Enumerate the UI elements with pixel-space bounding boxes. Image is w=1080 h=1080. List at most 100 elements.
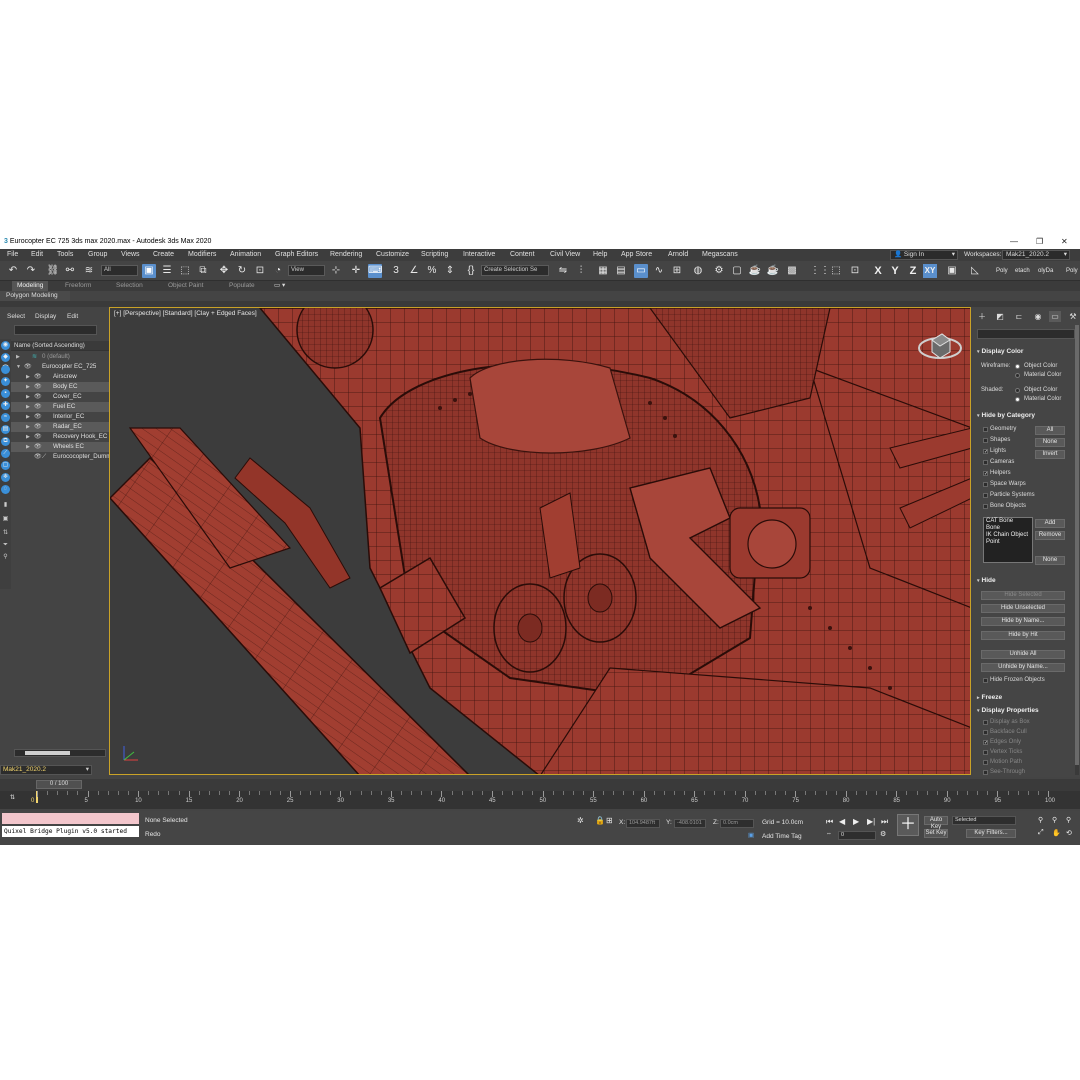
align-icon[interactable]: ⫶ bbox=[574, 264, 588, 278]
prev-frame-icon[interactable]: ◀ bbox=[839, 817, 845, 826]
track-bar-toggle-icon[interactable]: ⇅ bbox=[10, 794, 15, 801]
space-warps-checkbox[interactable] bbox=[983, 482, 988, 487]
explorer-row[interactable]: ▶ 👁 Fuel EC bbox=[11, 402, 109, 412]
menu-file[interactable]: File bbox=[7, 249, 18, 261]
zoom-icon[interactable]: ⚲ bbox=[1038, 816, 1043, 824]
snaps-toggle-icon[interactable]: 3 bbox=[389, 264, 403, 278]
current-frame-field[interactable]: 0 bbox=[838, 831, 876, 840]
menu-group[interactable]: Group bbox=[88, 249, 107, 261]
display-tab-icon[interactable]: ▭ bbox=[1049, 311, 1061, 322]
menu-arnold[interactable]: Arnold bbox=[668, 249, 688, 261]
explorer-search-input[interactable] bbox=[14, 325, 97, 335]
category-add-button[interactable]: Add bbox=[1035, 519, 1065, 528]
angle-snap-icon[interactable]: ∠ bbox=[407, 264, 421, 278]
edges-only-checkbox[interactable]: ✓ bbox=[983, 740, 988, 746]
helpers-checkbox[interactable]: ✓ bbox=[983, 471, 988, 477]
eye-icon[interactable]: 👁 bbox=[24, 364, 32, 371]
unhide-all-button[interactable]: Unhide All bbox=[981, 650, 1065, 659]
scrollbar-thumb[interactable] bbox=[1075, 325, 1079, 765]
display-bones-icon[interactable]: ⟋ bbox=[1, 449, 10, 458]
bind-space-warp-icon[interactable]: ≋ bbox=[82, 264, 96, 278]
add-time-tag[interactable]: Add Time Tag bbox=[762, 833, 802, 840]
menu-megascans[interactable]: Megascans bbox=[702, 249, 738, 261]
render-iterative-icon[interactable]: ☕ bbox=[766, 264, 780, 278]
ribbon-tab-populate[interactable]: Populate bbox=[229, 281, 255, 291]
cameras-checkbox[interactable] bbox=[983, 460, 988, 465]
display-helpers-icon[interactable]: ✚ bbox=[1, 401, 10, 410]
category-list-item[interactable]: Bone bbox=[984, 525, 1032, 532]
toggle-layer-explorer-icon[interactable]: ▤ bbox=[614, 264, 628, 278]
menu-content[interactable]: Content bbox=[510, 249, 535, 261]
filter-icon[interactable]: ⏷ bbox=[1, 541, 10, 550]
eye-icon[interactable]: 👁 bbox=[34, 424, 42, 431]
display-shapes-icon[interactable]: ⌒ bbox=[1, 365, 10, 374]
eye-icon[interactable]: 👁 bbox=[34, 384, 42, 391]
expand-triangle-icon[interactable]: ▶ bbox=[26, 382, 30, 392]
edit-named-selection-icon[interactable]: {} bbox=[464, 264, 478, 278]
time-config-icon[interactable]: ⚙ bbox=[880, 830, 886, 838]
snap-edge-icon[interactable]: ⊡ bbox=[848, 264, 862, 278]
sign-in-dropdown[interactable]: 👤 Sign In ▾ bbox=[890, 250, 958, 260]
rollout-hide[interactable]: Hide bbox=[977, 576, 1075, 586]
command-panel-scrollbar[interactable] bbox=[1075, 325, 1079, 775]
display-lights-icon[interactable]: ✦ bbox=[1, 377, 10, 386]
y-coord-field[interactable]: -408.0101 bbox=[674, 819, 706, 828]
curve-editor-icon[interactable]: ∿ bbox=[652, 264, 666, 278]
workspace-dropdown[interactable]: Mak21_2020.2 ▾ bbox=[1002, 250, 1070, 260]
expand-triangle-icon[interactable]: ▶ bbox=[16, 352, 20, 362]
shaded-object-color-radio[interactable] bbox=[1015, 388, 1020, 393]
menu-animation[interactable]: Animation bbox=[230, 249, 261, 261]
fov-icon[interactable]: ⤢ bbox=[1038, 829, 1044, 837]
explorer-row[interactable]: ▶ ≋ 0 (default) bbox=[11, 352, 109, 362]
hide-unselected-button[interactable]: Hide Unselected bbox=[981, 604, 1065, 613]
z-coord-field[interactable]: 0.0cm bbox=[720, 819, 754, 828]
expand-triangle-icon[interactable]: ▶ bbox=[26, 432, 30, 442]
x-coord-field[interactable]: 104.9487ft bbox=[626, 819, 660, 828]
menu-scripting[interactable]: Scripting bbox=[421, 249, 448, 261]
create-tab-icon[interactable]: ＋ bbox=[976, 311, 988, 322]
ribbon-polygon-modeling[interactable]: Polygon Modeling bbox=[0, 291, 70, 301]
time-tag-icon[interactable]: ▣ bbox=[748, 831, 754, 839]
reference-coord-dropdown[interactable]: View bbox=[288, 265, 325, 276]
absolute-mode-icon[interactable]: ⊞ bbox=[606, 816, 613, 825]
see-through-checkbox[interactable] bbox=[983, 770, 988, 775]
options-icon[interactable]: ⚲ bbox=[1, 553, 10, 562]
tab-polydata[interactable]: olyDa bbox=[1038, 268, 1053, 274]
link-icon[interactable]: ⛓ bbox=[46, 264, 60, 278]
vertex-ticks-checkbox[interactable] bbox=[983, 750, 988, 755]
expand-triangle-icon[interactable]: ▶ bbox=[26, 422, 30, 432]
selected-set-dropdown[interactable]: Selected bbox=[952, 816, 1016, 825]
hide-frozen-checkbox[interactable] bbox=[983, 678, 988, 683]
display-children-icon[interactable]: ▮ bbox=[1, 501, 10, 510]
collapse-triangle-icon[interactable]: ▼ bbox=[16, 362, 21, 372]
eye-icon[interactable]: 👁 bbox=[34, 374, 42, 381]
keyboard-shortcut-toggle-icon[interactable]: ⌨ bbox=[368, 264, 382, 278]
orbit-icon[interactable]: ⟲ bbox=[1066, 829, 1072, 837]
mirror-icon[interactable]: ⇋ bbox=[556, 264, 570, 278]
geometry-checkbox[interactable] bbox=[983, 427, 988, 432]
menu-tools[interactable]: Tools bbox=[57, 249, 73, 261]
track-bar[interactable]: ⇅ 0 5 10 15 20 25 30 35 40 45 50 55 60 65 70 75 80 85 90 9… bbox=[0, 791, 1080, 809]
selection-lock-icon[interactable]: 🔒 bbox=[595, 816, 605, 825]
eye-icon[interactable]: 👁 bbox=[34, 434, 42, 441]
auto-key-button[interactable]: Auto Key bbox=[924, 816, 948, 830]
pan-icon[interactable]: ✋ bbox=[1052, 829, 1061, 837]
isolate-selection-icon[interactable]: ✲ bbox=[577, 816, 584, 825]
graphite-icon[interactable]: ◺ bbox=[968, 264, 982, 278]
time-slider-knob[interactable]: 0 / 100 bbox=[36, 780, 82, 789]
tab-poly[interactable]: Poly bbox=[996, 268, 1008, 274]
display-groups-icon[interactable]: ▤ bbox=[1, 425, 10, 434]
explorer-row[interactable]: 👁 ⟋ Eurococopter_Dumm bbox=[11, 452, 111, 462]
display-geometry-icon[interactable]: ◆ bbox=[1, 353, 10, 362]
axis-y-button[interactable]: Y bbox=[888, 264, 902, 278]
display-all-icon[interactable]: ◉ bbox=[1, 341, 10, 350]
move-icon[interactable]: ✥ bbox=[217, 264, 231, 278]
explorer-row[interactable]: ▼ 👁 Eurocopter EC_725 bbox=[11, 362, 109, 372]
category-remove-button[interactable]: Remove bbox=[1035, 531, 1065, 540]
minimize-button[interactable]: — bbox=[1010, 235, 1018, 249]
selection-filter-dropdown[interactable]: All bbox=[101, 265, 138, 276]
pivot-center-icon[interactable]: ⊹ bbox=[329, 264, 343, 278]
ribbon-options-icon[interactable]: ▭ ▾ bbox=[274, 281, 285, 291]
maximize-button[interactable]: ❐ bbox=[1036, 235, 1043, 249]
eye-icon[interactable]: 👁 bbox=[34, 444, 42, 451]
